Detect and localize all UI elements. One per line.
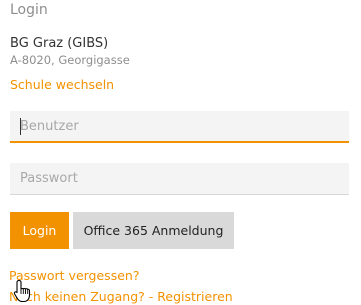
login-heading: Login <box>10 2 48 18</box>
change-school-link[interactable]: Schule wechseln <box>10 77 114 92</box>
school-name: BG Graz (GIBS) <box>10 36 109 51</box>
hand-pointer-icon <box>13 279 31 303</box>
school-address: A-8020, Georgigasse <box>10 53 130 67</box>
login-page: Login BG Graz (GIBS) A-8020, Georgigasse… <box>0 0 361 305</box>
office365-login-button[interactable]: Office 365 Anmeldung <box>73 212 234 249</box>
username-input[interactable] <box>10 111 349 143</box>
login-button[interactable]: Login <box>10 212 69 249</box>
register-link[interactable]: Noch keinen Zugang? - Registrieren <box>9 289 233 304</box>
text-caret <box>20 118 21 135</box>
password-input[interactable] <box>10 163 349 195</box>
